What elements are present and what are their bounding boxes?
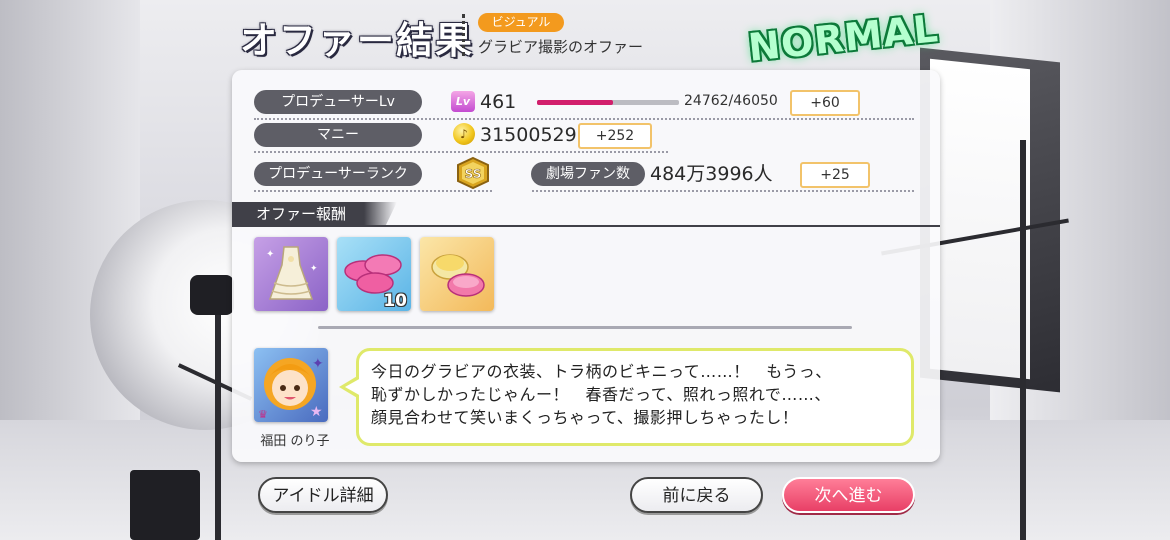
producer-lv-label: プロデューサーLv <box>254 90 422 114</box>
studio-lamp <box>190 275 234 315</box>
page-title: オファー結果 <box>240 19 474 62</box>
reward-header: オファー報酬 <box>232 202 397 226</box>
idol-detail-button[interactable]: アイドル詳細 <box>258 477 388 513</box>
producer-rank-label: プロデューサーランク <box>254 162 422 186</box>
fans-value: 484万3996人 <box>650 163 773 185</box>
fans-gain: +25 <box>800 162 870 188</box>
idol-avatar[interactable]: ✦ ★ ♛ <box>254 348 328 422</box>
money-gain: +252 <box>578 123 652 149</box>
fans-label: 劇場ファン数 <box>531 162 645 186</box>
dress-icon: ✦ ✦ <box>266 246 318 300</box>
row-money: マニー ♪ 31500529 +252 <box>254 123 668 153</box>
exp-text: 24762/46050 <box>684 93 778 109</box>
idol-name: 福田 のり子 <box>260 434 330 449</box>
reward-item-giftbox[interactable] <box>420 237 494 311</box>
svg-text:✦: ✦ <box>310 264 318 274</box>
lv-icon: Lv <box>451 91 475 112</box>
exp-gain: +60 <box>790 90 860 116</box>
reward-item-candies[interactable]: 10 <box>337 237 411 311</box>
producer-level: 461 <box>480 91 517 113</box>
next-button[interactable]: 次へ進む <box>782 477 915 513</box>
exp-bar-fill <box>537 100 614 105</box>
exp-bar <box>537 100 679 105</box>
softbox-stand <box>1020 140 1026 540</box>
svg-text:✦: ✦ <box>312 356 324 372</box>
row-divider <box>254 118 914 120</box>
row-divider <box>254 151 668 153</box>
svg-text:♛: ♛ <box>258 408 268 421</box>
rank-ss-icon: SS <box>457 156 489 190</box>
svg-text:✦: ✦ <box>266 249 274 260</box>
money-value: 31500529 <box>480 124 577 146</box>
svg-text:★: ★ <box>310 404 323 420</box>
light-stand <box>215 300 221 540</box>
section-separator <box>318 326 852 329</box>
dialogue-line: 恥ずかしかったじゃんー！ 春香だって、照れっ照れで……、 <box>371 385 831 404</box>
rank-badge-text: SS <box>465 167 482 181</box>
row-divider <box>254 190 492 192</box>
row-divider <box>532 190 914 192</box>
reward-count: 10 <box>383 291 407 311</box>
category-badge: ビジュアル <box>478 13 564 32</box>
reward-header-line <box>232 225 940 227</box>
title-divider <box>462 14 465 56</box>
dialogue-line: 今日のグラビアの衣装、トラ柄のビキニって……！ もうっ、 <box>371 362 832 381</box>
softbox-light <box>920 47 1060 393</box>
dialogue-line: 顔見合わせて笑いまくっちゃって、撮影押しちゃったし！ <box>371 408 799 427</box>
power-pack <box>130 470 200 540</box>
gift-box-icon <box>431 254 485 297</box>
coin-icon: ♪ <box>453 123 475 145</box>
offer-name: グラビア撮影のオファー <box>478 38 644 56</box>
dialogue-text: 今日のグラビアの衣装、トラ柄のビキニって……！ もうっ、 恥ずかしかったじゃんー… <box>371 360 901 429</box>
row-rank-fans: プロデューサーランク SS 劇場ファン数 484万3996人 +25 <box>254 156 914 192</box>
dialogue-bubble: 今日のグラビアの衣装、トラ柄のビキニって……！ もうっ、 恥ずかしかったじゃんー… <box>339 348 914 446</box>
result-panel: プロデューサーLv Lv 461 24762/46050 +60 マニー ♪ 3… <box>232 70 940 462</box>
money-label: マニー <box>254 123 422 147</box>
row-producer-lv: プロデューサーLv Lv 461 24762/46050 +60 <box>254 90 914 120</box>
idol-portrait: ✦ ★ ♛ <box>258 356 324 421</box>
back-button[interactable]: 前に戻る <box>630 477 763 513</box>
reward-item-costume[interactable]: ✦ ✦ <box>254 237 328 311</box>
